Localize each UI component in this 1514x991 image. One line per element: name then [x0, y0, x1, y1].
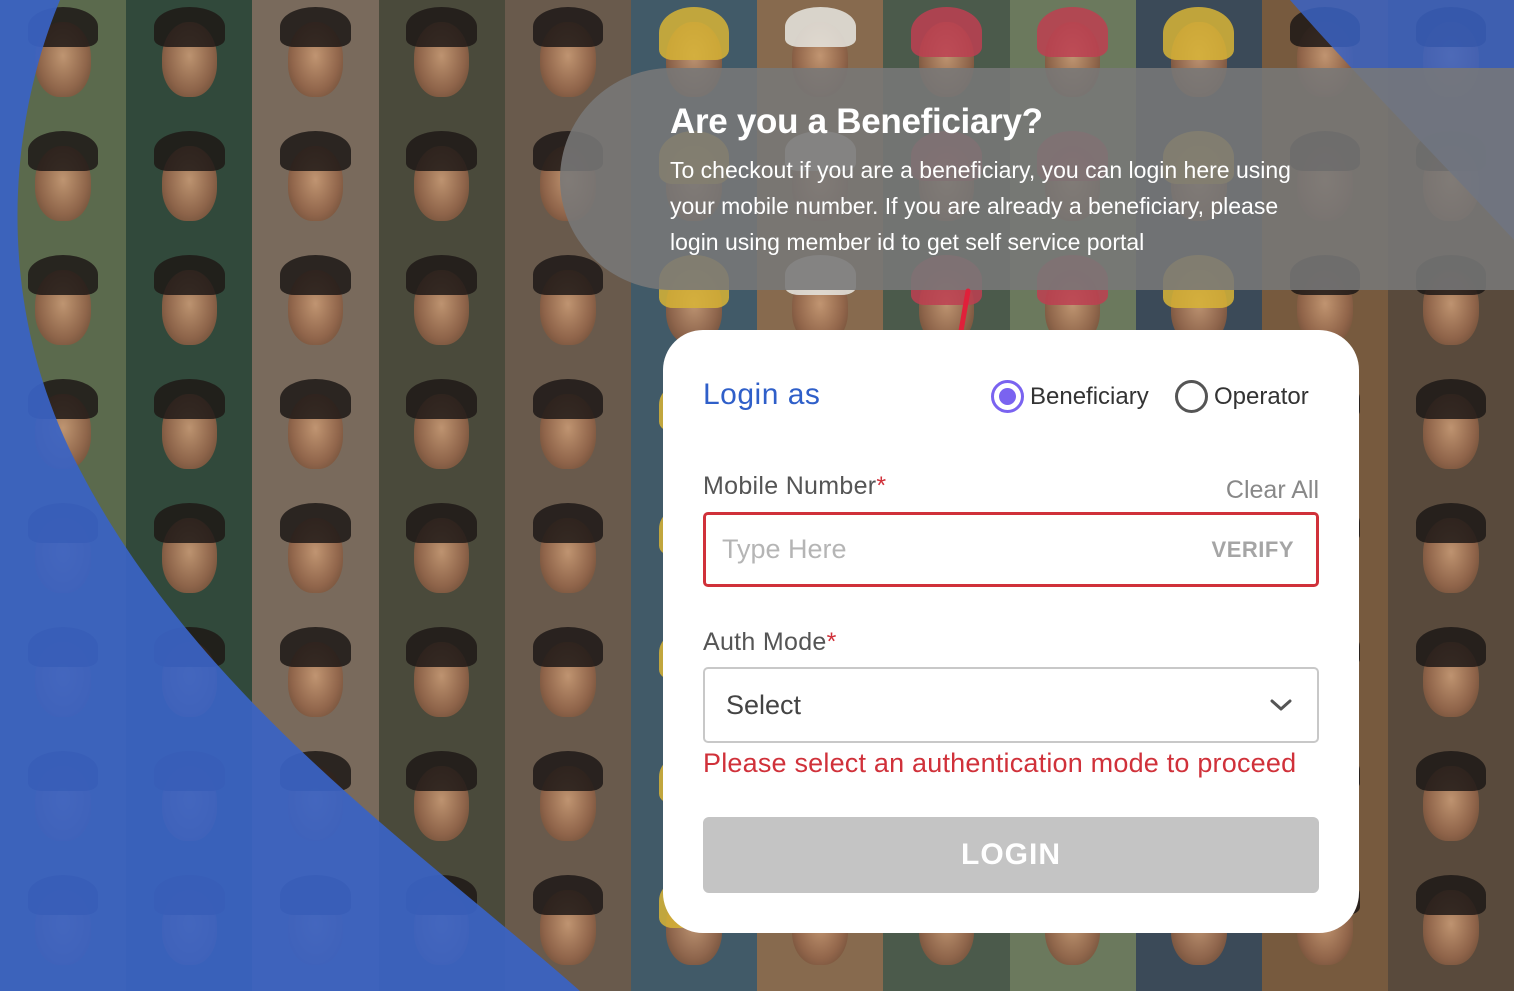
- role-radio-operator[interactable]: Operator: [1175, 380, 1309, 413]
- auth-mode-label: Auth Mode*: [703, 628, 837, 657]
- clear-all-link[interactable]: Clear All: [1226, 476, 1319, 505]
- portrait-tile: [378, 496, 505, 620]
- login-button[interactable]: LOGIN: [703, 817, 1319, 893]
- portrait-tile: [126, 0, 253, 124]
- portrait-tile: [504, 620, 631, 744]
- mobile-number-label-text: Mobile Number: [703, 472, 877, 500]
- role-radio-beneficiary[interactable]: Beneficiary: [991, 380, 1149, 413]
- portrait-tile: [126, 620, 253, 744]
- auth-mode-error-message: Please select an authentication mode to …: [703, 748, 1297, 778]
- portrait-tile: [378, 868, 505, 991]
- portrait-tile: [252, 372, 379, 496]
- radio-unchecked-icon: [1175, 380, 1208, 413]
- portrait-tile: [1388, 496, 1514, 620]
- portrait-tile: [0, 124, 127, 248]
- portrait-tile: [0, 0, 127, 124]
- portrait-tile: [504, 496, 631, 620]
- role-label-operator: Operator: [1214, 382, 1309, 410]
- verify-button[interactable]: VERIFY: [1212, 537, 1294, 563]
- portrait-tile: [1388, 868, 1514, 991]
- portrait-tile: [126, 496, 253, 620]
- portrait-tile: [504, 744, 631, 868]
- portrait-tile: [252, 620, 379, 744]
- role-label-beneficiary: Beneficiary: [1030, 382, 1149, 410]
- portrait-tile: [0, 620, 127, 744]
- mobile-number-field: VERIFY: [703, 512, 1319, 587]
- portrait-tile: [126, 248, 253, 372]
- auth-mode-label-text: Auth Mode: [703, 628, 827, 656]
- portrait-tile: [126, 124, 253, 248]
- portrait-tile: [378, 248, 505, 372]
- portrait-tile: [378, 372, 505, 496]
- login-as-heading: Login as: [703, 378, 821, 411]
- portrait-tile: [378, 744, 505, 868]
- portrait-tile: [252, 744, 379, 868]
- portrait-tile: [252, 248, 379, 372]
- required-asterisk: *: [876, 472, 887, 500]
- portrait-tile: [0, 372, 127, 496]
- portrait-tile: [252, 868, 379, 991]
- required-asterisk: *: [826, 628, 837, 656]
- portrait-tile: [504, 868, 631, 991]
- chevron-down-icon: [1270, 699, 1292, 711]
- portrait-tile: [126, 868, 253, 991]
- portrait-tile: [252, 0, 379, 124]
- login-card: Login as Beneficiary Operator Mobile Num…: [663, 330, 1359, 933]
- login-role-row: Login as Beneficiary Operator: [703, 378, 1319, 418]
- portrait-tile: [126, 372, 253, 496]
- auth-mode-selected-value: Select: [726, 689, 802, 720]
- radio-checked-icon: [991, 380, 1024, 413]
- portrait-tile: [1388, 620, 1514, 744]
- portrait-tile: [0, 496, 127, 620]
- portrait-tile: [0, 248, 127, 372]
- portrait-tile: [252, 124, 379, 248]
- portrait-tile: [126, 744, 253, 868]
- banner-description: To checkout if you are a beneficiary, yo…: [670, 157, 1291, 255]
- portrait-tile: [252, 496, 379, 620]
- banner-title: Are you a Beneficiary?: [670, 102, 1043, 141]
- portrait-tile: [378, 620, 505, 744]
- portrait-tile: [0, 744, 127, 868]
- beneficiary-info-banner: Are you a Beneficiary? To checkout if yo…: [560, 68, 1514, 290]
- portrait-tile: [0, 868, 127, 991]
- mobile-number-input[interactable]: [722, 534, 1212, 565]
- auth-mode-select[interactable]: Select: [703, 667, 1319, 743]
- portrait-tile: [504, 372, 631, 496]
- portrait-tile: [1388, 744, 1514, 868]
- mobile-number-label: Mobile Number*: [703, 472, 886, 501]
- portrait-tile: [378, 0, 505, 124]
- portrait-tile: [378, 124, 505, 248]
- portrait-tile: [1388, 372, 1514, 496]
